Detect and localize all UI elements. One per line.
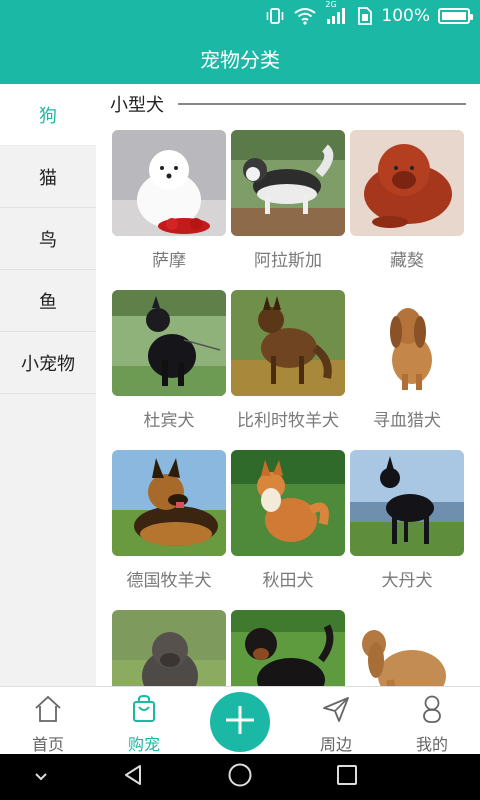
breed-name: 萨摩 [152, 251, 186, 271]
breed-photo [112, 450, 226, 556]
sidebar-item-dog[interactable]: 狗 [0, 84, 96, 146]
sidebar-item-label: 小宠物 [21, 353, 75, 375]
tab-label: 我的 [415, 735, 448, 754]
battery-percent: 100% [381, 6, 430, 26]
plus-icon [223, 703, 257, 741]
tab-nearby[interactable]: 周边 [291, 687, 381, 755]
breed-name: 藏獒 [390, 251, 424, 271]
page-title: 宠物分类 [200, 47, 280, 72]
breed-photo [231, 130, 345, 236]
breed-photo [350, 130, 464, 236]
breed-name: 秋田犬 [262, 571, 314, 591]
tab-label: 周边 [319, 735, 352, 754]
tab-buy-pet[interactable]: 购宠 [99, 687, 189, 755]
breed-name: 杜宾犬 [143, 411, 195, 431]
tab-label: 首页 [31, 735, 64, 754]
breed-card-akita[interactable]: 秋田犬 [231, 450, 345, 602]
breed-photo [112, 130, 226, 236]
status-icons: 2G 100% [265, 0, 473, 28]
sidebar-item-small-pets[interactable]: 小宠物 [0, 332, 96, 394]
breed-name: 比利时牧羊犬 [237, 411, 339, 431]
breed-card-samoyed[interactable]: 萨摩 [112, 130, 226, 282]
title-bar: 宠物分类 [0, 32, 480, 84]
sidebar-item-bird[interactable]: 鸟 [0, 208, 96, 270]
tab-label: 购宠 [127, 735, 160, 754]
breed-card-great-dane[interactable]: 大丹犬 [350, 450, 464, 602]
user-icon [417, 695, 447, 727]
breed-card-belgian-shepherd[interactable]: 比利时牧羊犬 [231, 290, 345, 442]
sidebar-item-label: 狗 [39, 105, 57, 127]
sidebar-item-label: 鱼 [39, 291, 57, 313]
breed-name: 阿拉斯加 [254, 251, 322, 271]
breed-photo [231, 290, 345, 396]
breed-photo [231, 610, 345, 686]
shopping-bag-icon [129, 694, 159, 727]
recents-button[interactable] [330, 754, 364, 800]
signal-icon: 2G [325, 0, 347, 26]
breed-card-german-shepherd[interactable]: 德国牧羊犬 [112, 450, 226, 602]
section-header: 小型犬 [110, 92, 466, 116]
breed-photo [350, 610, 464, 686]
wifi-icon [293, 6, 317, 26]
battery-icon [438, 8, 473, 24]
section-divider [178, 103, 466, 105]
breed-card-tibetan-mastiff[interactable]: 藏獒 [350, 130, 464, 282]
status-bar: 2G 100% [0, 0, 480, 32]
recents-icon [336, 764, 358, 790]
tab-mine[interactable]: 我的 [387, 687, 477, 755]
tab-home[interactable]: 首页 [3, 687, 93, 755]
breed-name: 德国牧羊犬 [126, 571, 212, 591]
breed-card-cane-corso[interactable] [112, 610, 226, 686]
breed-name: 寻血猎犬 [373, 411, 441, 431]
vibrate-icon [265, 6, 285, 26]
breed-card-doberman[interactable]: 杜宾犬 [112, 290, 226, 442]
breed-photo [350, 450, 464, 556]
sidebar-item-label: 猫 [39, 167, 57, 189]
breed-content[interactable]: 小型犬 萨摩 阿拉斯加 藏獒 杜宾犬 比利时牧羊犬 寻血猎犬 德国牧羊犬 秋田犬… [96, 84, 480, 686]
sim-icon [355, 6, 373, 26]
network-type-label: 2G [325, 0, 337, 9]
breed-card-alaskan-malamute[interactable]: 阿拉斯加 [231, 130, 345, 282]
breed-photo [231, 450, 345, 556]
breed-card-afghan-hound[interactable] [350, 610, 464, 686]
back-icon [121, 763, 145, 791]
section-title: 小型犬 [110, 95, 164, 116]
back-button[interactable] [116, 754, 150, 800]
category-sidebar: 狗 猫 鸟 鱼 小宠物 [0, 84, 96, 686]
breed-card-rottweiler[interactable] [231, 610, 345, 686]
home-icon [33, 695, 63, 727]
hide-nav-button[interactable] [24, 754, 58, 800]
breed-photo [112, 610, 226, 686]
sidebar-item-cat[interactable]: 猫 [0, 146, 96, 208]
breed-photo [350, 290, 464, 396]
sidebar-item-label: 鸟 [39, 229, 57, 251]
home-circle-icon [227, 762, 253, 792]
breed-name: 大丹犬 [381, 571, 433, 591]
chevron-down-icon [33, 768, 49, 787]
breed-card-bloodhound[interactable]: 寻血猎犬 [350, 290, 464, 442]
send-icon [321, 695, 351, 727]
home-button[interactable] [223, 754, 257, 800]
breed-photo [112, 290, 226, 396]
system-navigation-bar [0, 754, 480, 800]
sidebar-item-fish[interactable]: 鱼 [0, 270, 96, 332]
add-button[interactable] [210, 692, 270, 752]
